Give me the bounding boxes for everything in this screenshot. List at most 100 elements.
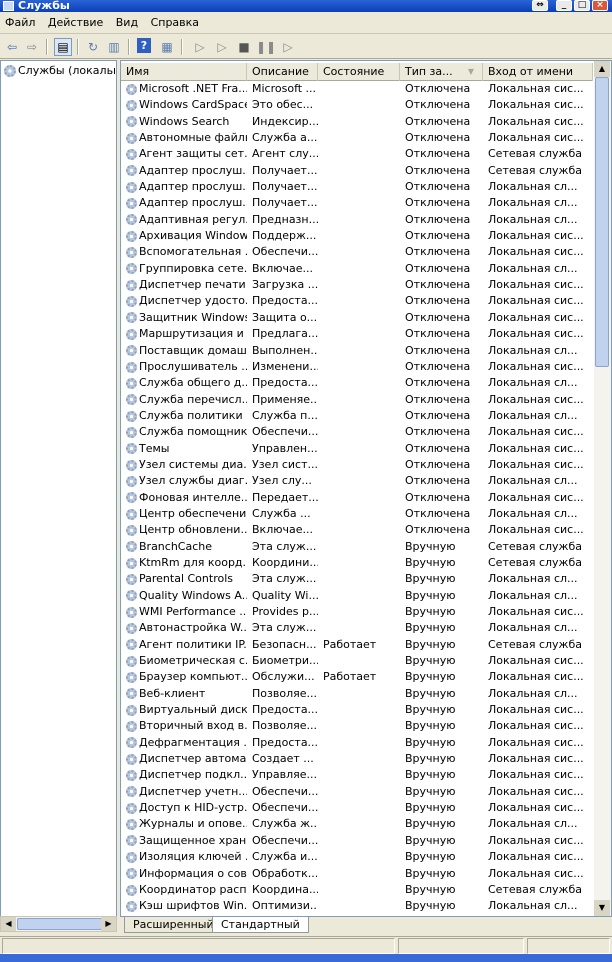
column-header-logon[interactable]: Вход от имени [483, 63, 593, 81]
restart-service-icon[interactable]: ▷ [279, 38, 297, 56]
table-row[interactable]: Адаптер прослуш... Получает... Отключена Ло… [121, 195, 593, 211]
scroll-thumb[interactable] [17, 918, 102, 930]
table-row[interactable]: Диспетчер удосто... Предоста... Отключена Л… [121, 293, 593, 309]
close-button[interactable]: × [592, 0, 608, 11]
tree-item-services-local[interactable]: Службы (локальные) [4, 64, 115, 77]
table-row[interactable]: Диспетчер подкл... Управляе... Вручную Лока… [121, 767, 593, 783]
service-state [318, 653, 400, 669]
table-row[interactable]: Виртуальный диск Предоста... Вручную Локаль… [121, 702, 593, 718]
table-row[interactable]: Автонастройка W... Эта служ... Вручную Лока… [121, 620, 593, 636]
table-row[interactable]: Прослушиватель ... Изменени... Отключена Ло… [121, 359, 593, 375]
service-name: Кэш шрифтов Win... [139, 899, 247, 913]
service-name: Архивация Windows [139, 229, 247, 243]
table-row[interactable]: Адаптер прослуш... Получает... Отключена Ло… [121, 179, 593, 195]
menu-file[interactable]: Файл [0, 12, 39, 29]
table-row[interactable]: Автономные файлы Служба а... Отключена Лока… [121, 130, 593, 146]
service-state [318, 310, 400, 326]
table-row[interactable]: Маршрутизация и ... Предлага... Отключена Л… [121, 326, 593, 342]
scroll-left-icon[interactable]: ◀ [1, 917, 16, 931]
table-row[interactable]: Агент защиты сет... Агент слу... Отключена… [121, 146, 593, 162]
table-row[interactable]: Доступ к HID-устр... Обеспечи... Вручную Ло… [121, 800, 593, 816]
stop-service-icon[interactable]: ■ [235, 38, 253, 56]
service-logon: Локальная сис... [488, 752, 584, 766]
table-row[interactable]: Кэш шрифтов Win... Оптимизи... Вручную Лока… [121, 898, 593, 914]
table-row[interactable]: Дефрагментация ... Предоста... Вручную Лока… [121, 735, 593, 751]
service-logon: Локальная сис... [488, 768, 584, 782]
table-row[interactable]: Служба помощник... Обеспечи... Отключена Ло… [121, 424, 593, 440]
table-row[interactable]: WMI Performance ... Provides p... Вручную Л… [121, 604, 593, 620]
show-tree-icon[interactable]: ▤ [54, 38, 72, 56]
table-row[interactable]: Вспомогательная ... Обеспечи... Отключена Л… [121, 244, 593, 260]
table-row[interactable]: Вторичный вход в... Позволяе... Вручную Лок… [121, 718, 593, 734]
scroll-down-icon[interactable]: ▼ [594, 900, 610, 916]
table-row[interactable]: Диспетчер автома... Создает ... Вручную Лок… [121, 751, 593, 767]
menu-view[interactable]: Вид [111, 12, 142, 29]
export-list-icon[interactable]: ▥ [105, 38, 123, 56]
start-service-icon[interactable]: ▷ [191, 38, 209, 56]
gear-icon [126, 802, 137, 814]
table-row[interactable]: Служба перечисл... Применяе... Отключена Ло… [121, 392, 593, 408]
table-row[interactable]: Веб-клиент Позволяе... Вручную Локальная сл… [121, 686, 593, 702]
table-row[interactable]: Фоновая интелле... Передает... Отключена Ло… [121, 490, 593, 506]
restore-icon[interactable]: ⇔ [532, 0, 548, 11]
table-row[interactable]: Защищенное хран... Обеспечи... Вручную Лока… [121, 833, 593, 849]
table-row[interactable]: Центр обеспечени... Служба ... Отключена Ло… [121, 506, 593, 522]
service-logon: Локальная сис... [488, 425, 584, 439]
pause-service-icon[interactable]: ❚❚ [256, 38, 276, 56]
table-row[interactable]: KtmRm для коорд... Координи... Вручную Сете… [121, 555, 593, 571]
start-service-alt-icon[interactable]: ▷ [213, 38, 231, 56]
column-header-state[interactable]: Состояние [318, 63, 400, 81]
table-row[interactable]: Диспетчер печати Загрузка ... Отключена Лок… [121, 277, 593, 293]
service-startup-type: Вручную [405, 572, 456, 586]
column-header-name[interactable]: Имя [121, 63, 247, 81]
table-row[interactable]: Защитник Windows Защита о... Отключена Лока… [121, 310, 593, 326]
table-row[interactable]: Узел системы диа... Узел сист... Отключена… [121, 457, 593, 473]
forward-arrow-icon[interactable]: ⇨ [23, 38, 41, 56]
tree-horizontal-scrollbar[interactable]: ◀ ▶ [0, 916, 117, 932]
back-arrow-icon[interactable]: ⇦ [3, 38, 21, 56]
scroll-up-icon[interactable]: ▲ [594, 61, 610, 77]
table-row[interactable]: Агент политики IP... Безопасн... Работает В… [121, 637, 593, 653]
column-header-description[interactable]: Описание [247, 63, 318, 81]
table-row[interactable]: Служба политики ... Служба п... Отключена Л… [121, 408, 593, 424]
scroll-right-icon[interactable]: ▶ [101, 917, 116, 931]
taskbar-strip [0, 954, 612, 962]
table-row[interactable]: Microsoft .NET Fra... Microsoft ... Отключ… [121, 81, 593, 97]
table-row[interactable]: Группировка сете... Включае... Отключена Ло… [121, 261, 593, 277]
table-row[interactable]: Биометрическая с... Биометри... Вручную Лок… [121, 653, 593, 669]
maximize-button[interactable]: □ [574, 0, 590, 11]
table-row[interactable]: Центр обновлени... Включае... Отключена Лок… [121, 522, 593, 538]
column-header-startup-type[interactable]: Тип за... ▼ [400, 63, 483, 81]
table-row[interactable]: Windows CardSpace Это обес... Отключена Лок… [121, 97, 593, 113]
properties-icon[interactable]: ▦ [158, 38, 176, 56]
menu-action[interactable]: Действие [43, 12, 107, 29]
table-row[interactable]: Темы Управлен... Отключена Локальная сис... [121, 441, 593, 457]
table-row[interactable]: Архивация Windows Поддерж... Отключена Лока… [121, 228, 593, 244]
help-icon[interactable]: ? [137, 38, 151, 53]
table-row[interactable]: Журналы и опове... Служба ж... Вручную Лока… [121, 816, 593, 832]
table-row[interactable]: BranchCache Эта служ... Вручную Сетевая слу… [121, 539, 593, 555]
table-row[interactable]: Информация о сов... Обработк... Вручную Лок… [121, 866, 593, 882]
service-name-cell: Поставщик домаш... [121, 343, 247, 359]
list-vertical-scrollbar[interactable]: ▲ ▼ [594, 61, 611, 916]
table-row[interactable]: Узел службы диаг... Узел слу... Отключена Л… [121, 473, 593, 489]
service-name-cell: Дефрагментация ... [121, 735, 247, 751]
table-row[interactable]: Браузер компьют... Обслужи... Работает Вруч… [121, 669, 593, 685]
table-row[interactable]: Изоляция ключей ... Служба и... Вручную Лок… [121, 849, 593, 865]
minimize-button[interactable]: _ [556, 0, 572, 11]
table-row[interactable]: Координатор расп... Координа... Вручную Сет… [121, 882, 593, 898]
table-row[interactable]: Parental Controls Эта служ... Вручную Локал… [121, 571, 593, 587]
table-row[interactable]: Windows Search Индексир... Отключена Локаль… [121, 114, 593, 130]
table-row[interactable]: Адаптер прослуш... Получает... Отключена Се… [121, 163, 593, 179]
scroll-thumb[interactable] [595, 77, 609, 367]
menu-help[interactable]: Справка [146, 12, 203, 29]
refresh-icon[interactable]: ↻ [84, 38, 102, 56]
tab-extended[interactable]: Расширенный [124, 917, 223, 933]
table-row[interactable]: Диспетчер учетн... Обеспечи... Вручную Лока… [121, 784, 593, 800]
table-row[interactable]: Адаптивная регул... Предназн... Отключена Л… [121, 212, 593, 228]
table-row[interactable]: Quality Windows A... Quality Wi... Вручную… [121, 588, 593, 604]
table-row[interactable]: Служба общего д... Предоста... Отключена Ло… [121, 375, 593, 391]
services-list-pane: Имя Описание Состояние Тип за... ▼ Вход о… [120, 60, 612, 917]
table-row[interactable]: Поставщик домаш... Выполнен... Отключена Ло… [121, 343, 593, 359]
tab-standard[interactable]: Стандартный [212, 917, 309, 933]
